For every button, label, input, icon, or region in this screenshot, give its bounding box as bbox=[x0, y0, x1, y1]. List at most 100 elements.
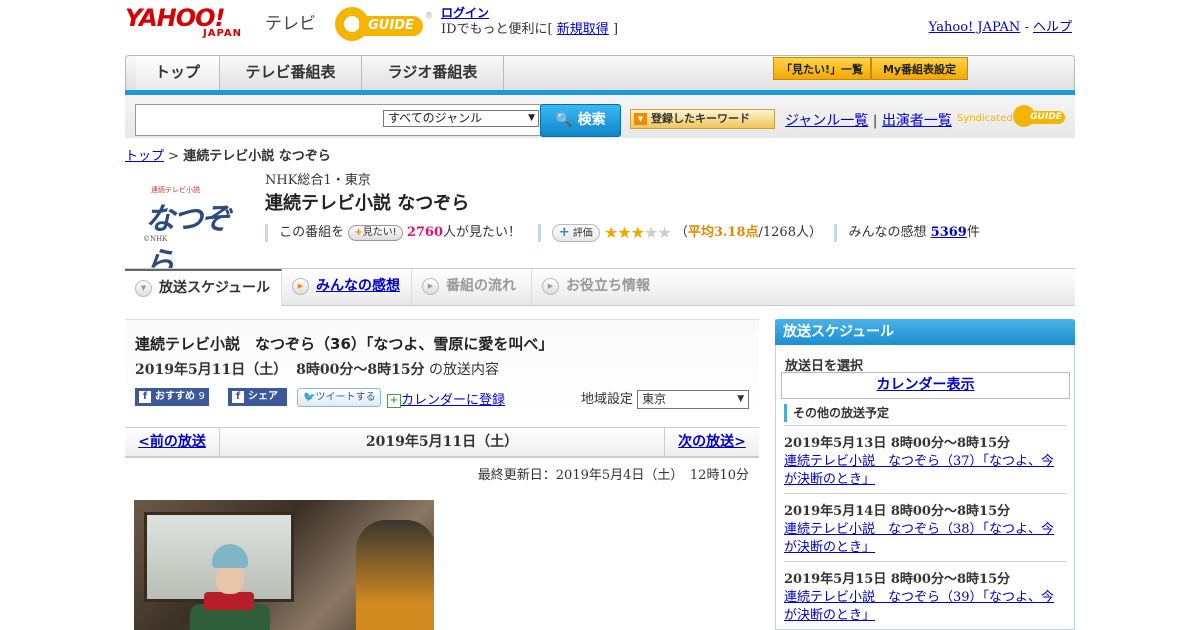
star-empty-icon: ★ bbox=[657, 223, 671, 242]
schedule-sidebar: 放送スケジュール 放送日を選択 カレンダー表示 その他の放送予定 2019年5月… bbox=[775, 319, 1075, 630]
schedule-item-link[interactable]: 連続テレビ小説 なつぞら（38）「なつよ、今が決断のとき」 bbox=[784, 522, 1054, 555]
facebook-share-button[interactable]: f シェア bbox=[228, 388, 287, 406]
last-updated: 最終更新日：2019年5月4日（土） 12時10分 bbox=[477, 468, 749, 483]
recommend-label: おすすめ bbox=[155, 391, 195, 402]
my-schedule-button[interactable]: My番組表設定 bbox=[871, 57, 968, 80]
calendar-register-link[interactable]: カレンダーに登録 bbox=[401, 393, 505, 408]
episode-header: 連続テレビ小説 なつぞら（36）「なつよ、雪原に愛を叫べ」 2019年5月11日… bbox=[125, 319, 759, 413]
region-setting: 地域設定 東京 ▼ bbox=[581, 388, 750, 409]
subtab-useful-info-label: お役立ち情報 bbox=[566, 278, 650, 294]
schedule-item-link[interactable]: 連続テレビ小説 なつぞら（37）「なつよ、今が決断のとき」 bbox=[784, 454, 1054, 487]
want-suffix: 人が見たい！ bbox=[443, 225, 522, 240]
star-icon: ★ bbox=[630, 223, 645, 242]
play-circle-icon: ▶ bbox=[422, 278, 439, 295]
impressions-count-link[interactable]: 5369 bbox=[931, 225, 967, 240]
nav-tab-top[interactable]: トップ bbox=[136, 56, 220, 90]
program-title: 連続テレビ小説 なつぞら bbox=[265, 193, 470, 214]
login-prompt: IDでもっと便利に[ bbox=[441, 22, 553, 37]
episode-title: 連続テレビ小説 なつぞら（36）「なつよ、雪原に愛を叫べ」 bbox=[135, 335, 554, 353]
program-stats: この番組を +見たい! 2760人が見たい！ + 評価 ★★★★★ （平均3.1… bbox=[265, 221, 980, 242]
registered-keyword-button[interactable]: ▼ 登録したキーワード bbox=[630, 109, 775, 129]
genre-list-link[interactable]: ジャンル一覧 bbox=[785, 113, 868, 129]
region-value: 東京 bbox=[642, 392, 667, 406]
want-button-label: 見たい! bbox=[362, 226, 397, 238]
nav-tab-radio-schedule[interactable]: ラジオ番組表 bbox=[362, 56, 504, 90]
stat-divider bbox=[537, 223, 541, 242]
want-count: 2760 bbox=[406, 225, 444, 240]
schedule-item-datetime: 2019年5月13日 8時00分～8時15分 bbox=[784, 436, 1011, 451]
top-links: Yahoo! JAPAN - ヘルプ bbox=[929, 16, 1072, 35]
login-link[interactable]: ログイン bbox=[441, 6, 489, 20]
gguide-logo-text: GUIDE bbox=[359, 16, 423, 36]
search-icon: 🔍 bbox=[555, 112, 573, 128]
subtab-useful-info[interactable]: ▶ お役立ち情報 bbox=[532, 269, 662, 305]
syndicated-gguide-logo: Syndicated GUIDE bbox=[957, 103, 1069, 129]
subtab-impressions[interactable]: ▶ みんなの感想 bbox=[282, 269, 412, 305]
genre-select[interactable]: すべてのジャンル ▼ bbox=[383, 110, 539, 127]
play-circle-icon: ▶ bbox=[542, 278, 559, 295]
genre-select-value: すべてのジャンル bbox=[388, 111, 483, 125]
schedule-item: 2019年5月14日 8時00分～8時15分 連続テレビ小説 なつぞら（38）「… bbox=[784, 493, 1066, 557]
schedule-item-datetime: 2019年5月14日 8時00分～8時15分 bbox=[784, 504, 1011, 519]
calendar-display-button[interactable]: カレンダー表示 bbox=[781, 372, 1070, 399]
signup-link[interactable]: 新規取得 bbox=[557, 22, 609, 37]
subtab-impressions-label[interactable]: みんなの感想 bbox=[316, 278, 400, 294]
plus-icon: + bbox=[558, 224, 570, 240]
yahoo-japan-link[interactable]: Yahoo! JAPAN bbox=[929, 20, 1021, 35]
stat-divider bbox=[265, 223, 268, 242]
next-episode-link[interactable]: 次の放送> bbox=[664, 428, 759, 457]
search-button-label: 検索 bbox=[577, 112, 606, 128]
rating-average: 平均3.18点 bbox=[687, 225, 759, 240]
mitai-list-button[interactable]: 「見たい!」一覧 bbox=[773, 57, 871, 80]
rate-button-label: 評価 bbox=[572, 227, 593, 239]
star-empty-icon: ★ bbox=[643, 223, 658, 242]
program-logo-credit: ©NHK bbox=[143, 235, 168, 243]
syndicated-text: Syndicated bbox=[957, 113, 1013, 124]
breadcrumb: トップ > 連続テレビ小説 なつぞら bbox=[125, 145, 331, 164]
tweet-button[interactable]: 🐦ツイートする bbox=[297, 388, 382, 407]
breadcrumb-current: 連続テレビ小説 なつぞら bbox=[183, 149, 331, 164]
subtab-flow[interactable]: ▶ 番組の流れ bbox=[412, 269, 532, 305]
calendar-add-icon: + bbox=[387, 393, 401, 408]
logo-japan-text: JAPAN bbox=[203, 28, 242, 39]
schedule-item-link[interactable]: 連続テレビ小説 なつぞら（39）「なつよ、今が決断のとき」 bbox=[784, 590, 1054, 623]
play-circle-icon: ▶ bbox=[292, 278, 309, 295]
facebook-recommend-button[interactable]: f おすすめ 9 bbox=[135, 388, 209, 406]
registered-keyword-label: 登録したキーワード bbox=[651, 112, 750, 125]
impressions-label: みんなの感想 bbox=[848, 225, 927, 240]
program-subtabs: ▼ 放送スケジュール ▶ みんなの感想 ▶ 番組の流れ ▶ お役立ち情報 bbox=[125, 268, 1075, 307]
still-scarf bbox=[204, 592, 254, 610]
calendar-register: + カレンダーに登録 bbox=[387, 389, 505, 408]
search-button[interactable]: 🔍 検索 bbox=[540, 104, 621, 137]
want-to-watch-button[interactable]: +見たい! bbox=[348, 224, 403, 241]
play-circle-icon: ▼ bbox=[135, 280, 152, 297]
want-prefix: この番組を bbox=[279, 225, 345, 240]
twitter-icon: 🐦 bbox=[303, 392, 316, 403]
performer-list-link[interactable]: 出演者一覧 bbox=[882, 113, 952, 129]
prev-episode-link[interactable]: <前の放送 bbox=[125, 428, 220, 457]
still-figure-right bbox=[356, 520, 434, 630]
region-select[interactable]: 東京 ▼ bbox=[637, 390, 750, 409]
rating-stars: ★★★★★ bbox=[604, 223, 672, 242]
registered-mark: ® bbox=[425, 11, 433, 20]
breadcrumb-home[interactable]: トップ bbox=[125, 149, 164, 164]
share-label: シェア bbox=[248, 391, 278, 402]
login-suffix: ] bbox=[612, 22, 619, 37]
help-link[interactable]: ヘルプ bbox=[1033, 20, 1072, 35]
impressions-suffix: 件 bbox=[966, 225, 980, 240]
rating-open: （ bbox=[674, 225, 688, 240]
search-links: ジャンル一覧 | 出演者一覧 bbox=[785, 110, 952, 130]
subtab-schedule[interactable]: ▼ 放送スケジュール bbox=[125, 269, 282, 307]
schedule-item: 2019年5月13日 8時00分～8時15分 連続テレビ小説 なつぞら（37）「… bbox=[784, 425, 1066, 489]
nav-tab-tv-schedule[interactable]: テレビ番組表 bbox=[220, 56, 362, 90]
channel-name: NHK総合1・東京 bbox=[265, 173, 371, 188]
schedule-item-datetime: 2019年5月15日 8時00分～8時15分 bbox=[784, 572, 1011, 587]
dropdown-arrow-icon: ▼ bbox=[528, 113, 535, 123]
search-bar: すべてのジャンル ▼ 🔍 検索 ▼ 登録したキーワード ジャンル一覧 | 出演者… bbox=[125, 95, 1075, 138]
episode-time: 8時00分～8時15分 bbox=[296, 362, 425, 378]
rate-button[interactable]: + 評価 bbox=[551, 223, 600, 242]
gguide-logo[interactable]: GUIDE ® bbox=[335, 7, 433, 41]
star-icon: ★ bbox=[617, 223, 631, 242]
subtab-flow-label: 番組の流れ bbox=[446, 278, 516, 294]
sidebar-heading: 放送スケジュール bbox=[775, 319, 1075, 345]
